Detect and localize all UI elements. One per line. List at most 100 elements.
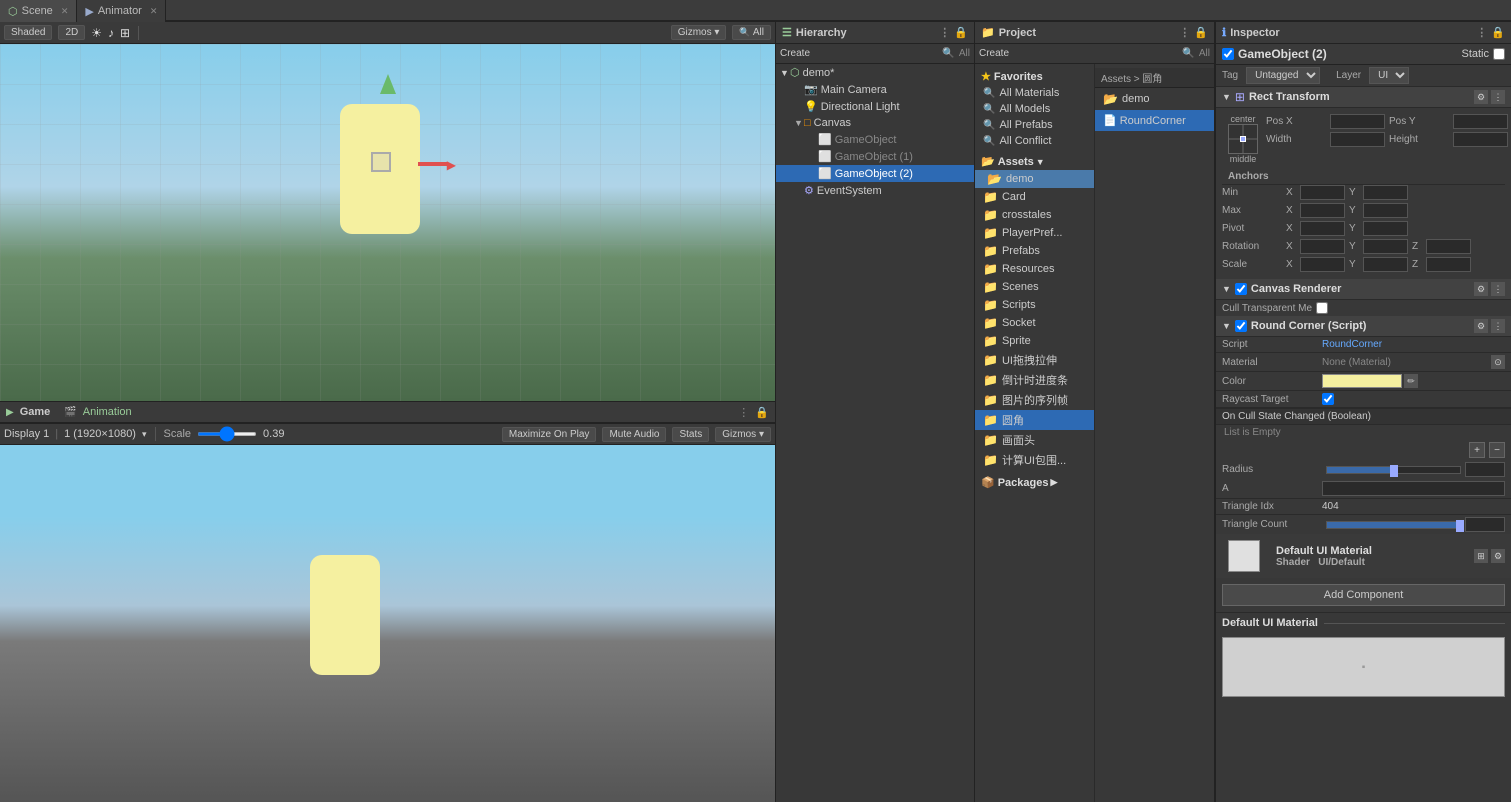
folder-crosstales[interactable]: 📁 crosstales <box>975 206 1094 224</box>
canvas-renderer-more[interactable]: ⋮ <box>1491 282 1505 296</box>
scale-z[interactable]: 1 <box>1426 257 1471 272</box>
cull-checkbox[interactable] <box>1316 302 1328 314</box>
pivot-x[interactable]: 0.5 <box>1300 221 1345 236</box>
all-button[interactable]: 🔍 All <box>732 25 771 40</box>
hierarchy-lock[interactable]: 🔒 <box>954 26 968 39</box>
project-options[interactable]: ⋮ <box>1179 26 1190 39</box>
round-corner-header[interactable]: ▼ Round Corner (Script) ⚙ ⋮ <box>1216 316 1511 337</box>
radius-value[interactable]: 0.5 <box>1465 462 1505 477</box>
asset-roundcorner[interactable]: 📄 RoundCorner <box>1095 110 1214 131</box>
rot-y[interactable]: 0 <box>1363 239 1408 254</box>
tab-animator[interactable]: ▶ Animator ✕ <box>77 0 166 22</box>
anchor-max-y[interactable]: 0.5 <box>1363 203 1408 218</box>
anchor-min-y[interactable]: 0.5 <box>1363 185 1408 200</box>
anchor-max-x[interactable]: 0.5 <box>1300 203 1345 218</box>
game-tab-label[interactable]: Game <box>20 406 51 418</box>
raycast-checkbox[interactable] <box>1322 393 1334 405</box>
project-create-label[interactable]: Create <box>979 48 1009 59</box>
folder-sequence[interactable]: 📁 图片的序列帧 <box>975 390 1094 410</box>
hierarchy-item-go1[interactable]: ⬜ GameObject (1) <box>776 148 974 165</box>
scale-x[interactable]: 1 <box>1300 257 1345 272</box>
add-event-button[interactable]: + <box>1469 442 1485 458</box>
round-corner-settings[interactable]: ⚙ <box>1474 319 1488 333</box>
folder-calcui[interactable]: 📁 计算UI包围... <box>975 450 1094 470</box>
folder-roundcorner[interactable]: 📁 圆角 <box>975 410 1094 430</box>
gameobject-active-checkbox[interactable] <box>1222 48 1234 60</box>
hierarchy-item-demo[interactable]: ▼ ⬡ demo* <box>776 64 974 81</box>
folder-sprite[interactable]: 📁 Sprite <box>975 332 1094 350</box>
pos-y-input[interactable]: 0 <box>1453 114 1508 129</box>
height-input[interactable]: 500 <box>1453 132 1508 147</box>
rect-transform-settings[interactable]: ⚙ <box>1474 90 1488 104</box>
folder-scripts[interactable]: 📁 Scripts <box>975 296 1094 314</box>
tag-dropdown[interactable]: Untagged <box>1246 67 1320 84</box>
folder-resources[interactable]: 📁 Resources <box>975 260 1094 278</box>
fav-all-conflict[interactable]: 🔍 All Conflict <box>975 133 1094 149</box>
shaded-button[interactable]: Shaded <box>4 25 52 40</box>
mute-button[interactable]: Mute Audio <box>602 427 666 442</box>
all-hier-label[interactable]: All <box>959 48 970 59</box>
anchor-widget[interactable]: center middle <box>1228 114 1258 164</box>
a-input[interactable]: 0 <box>1322 481 1505 496</box>
triangle-count-thumb[interactable] <box>1456 520 1464 532</box>
round-corner-more[interactable]: ⋮ <box>1491 319 1505 333</box>
inspector-options[interactable]: ⋮ <box>1476 26 1487 39</box>
round-corner-active[interactable] <box>1235 320 1247 332</box>
fav-all-models[interactable]: 🔍 All Models <box>975 101 1094 117</box>
game-viewport[interactable] <box>0 445 775 802</box>
canvas-renderer-header[interactable]: ▼ Canvas Renderer ⚙ ⋮ <box>1216 279 1511 300</box>
color-swatch[interactable] <box>1322 374 1402 388</box>
rect-transform-more[interactable]: ⋮ <box>1491 90 1505 104</box>
asset-demo-folder[interactable]: 📂 demo <box>1095 88 1214 110</box>
canvas-renderer-active[interactable] <box>1235 283 1247 295</box>
gizmos-game-button[interactable]: Gizmos ▾ <box>715 427 771 442</box>
anchor-cross[interactable] <box>1228 124 1258 154</box>
scale-y[interactable]: 1 <box>1363 257 1408 272</box>
scale-slider[interactable] <box>197 432 257 436</box>
material-circle-btn[interactable]: ⊙ <box>1491 355 1505 369</box>
project-all-label[interactable]: All <box>1199 48 1210 59</box>
fav-all-prefabs[interactable]: 🔍 All Prefabs <box>975 117 1094 133</box>
radius-thumb[interactable] <box>1390 465 1398 477</box>
panel-lock-icon[interactable]: 🔒 <box>755 406 769 419</box>
static-checkbox[interactable] <box>1493 48 1505 60</box>
scene-viewport[interactable] <box>0 44 775 401</box>
stats-button[interactable]: Stats <box>672 427 709 442</box>
folder-countdown[interactable]: 📁 倒计时进度条 <box>975 370 1094 390</box>
gizmos-button[interactable]: Gizmos ▾ <box>671 25 727 40</box>
animator-tab-close[interactable]: ✕ <box>150 6 158 17</box>
fav-all-materials[interactable]: 🔍 All Materials <box>975 85 1094 101</box>
folder-face[interactable]: 📁 画面头 <box>975 430 1094 450</box>
inspector-lock[interactable]: 🔒 <box>1491 26 1505 39</box>
pos-x-input[interactable]: 0 <box>1330 114 1385 129</box>
anchor-min-x[interactable]: 0.5 <box>1300 185 1345 200</box>
folder-ui-drag[interactable]: 📁 UI拖拽拉伸 <box>975 350 1094 370</box>
hierarchy-item-go[interactable]: ⬜ GameObject <box>776 131 974 148</box>
assets-header[interactable]: 📂 Assets ▼ <box>975 153 1094 170</box>
add-component-button[interactable]: Add Component <box>1222 584 1505 606</box>
animation-tab-label[interactable]: Animation <box>83 406 132 418</box>
favorites-header[interactable]: ★ Favorites <box>975 68 1094 85</box>
rot-z[interactable]: 0 <box>1426 239 1471 254</box>
color-eyedropper[interactable]: ✏ <box>1404 374 1418 388</box>
folder-prefabs[interactable]: 📁 Prefabs <box>975 242 1094 260</box>
hierarchy-options[interactable]: ⋮ <box>939 26 950 39</box>
project-lock[interactable]: 🔒 <box>1194 26 1208 39</box>
rect-transform-header[interactable]: ▼ ⊞ Rect Transform ⚙ ⋮ <box>1216 87 1511 108</box>
canvas-renderer-settings[interactable]: ⚙ <box>1474 282 1488 296</box>
material-expand-btn[interactable]: ⊞ <box>1474 549 1488 563</box>
scene-tab-close[interactable]: ✕ <box>61 6 69 17</box>
material-options-btn[interactable]: ⚙ <box>1491 549 1505 563</box>
default-material-section[interactable]: Default UI Material Shader UI/Default ⊞ … <box>1216 534 1511 578</box>
maximize-button[interactable]: Maximize On Play <box>502 427 597 442</box>
hierarchy-item-go2[interactable]: ⬜ GameObject (2) <box>776 165 974 182</box>
folder-scenes[interactable]: 📁 Scenes <box>975 278 1094 296</box>
2d-button[interactable]: 2D <box>58 25 85 40</box>
hierarchy-item-dir-light[interactable]: 💡 Directional Light <box>776 98 974 115</box>
layer-dropdown[interactable]: UI <box>1369 67 1409 84</box>
packages-header[interactable]: 📦 Packages ▶ <box>975 474 1094 491</box>
remove-event-button[interactable]: − <box>1489 442 1505 458</box>
hierarchy-item-canvas[interactable]: ▼ □ Canvas <box>776 115 974 131</box>
project-search-icon[interactable]: 🔍 <box>1182 48 1194 59</box>
pivot-y[interactable]: 0.5 <box>1363 221 1408 236</box>
